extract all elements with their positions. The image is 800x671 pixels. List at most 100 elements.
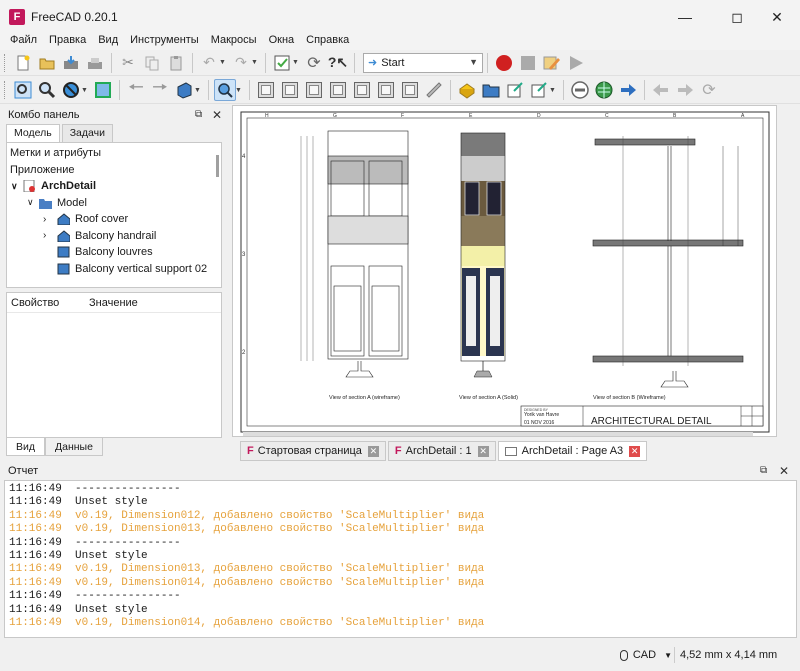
chevron-down-icon[interactable]: ∨: [27, 197, 39, 208]
open-folder-icon[interactable]: [36, 52, 58, 74]
close-tab-icon[interactable]: ✕: [367, 445, 379, 457]
forward-arrow-icon[interactable]: 🠖: [149, 77, 171, 101]
undo-icon[interactable]: ↶: [198, 52, 220, 74]
web-forward-icon[interactable]: [674, 79, 696, 101]
run-macro-icon[interactable]: [565, 52, 587, 74]
no-entry-icon[interactable]: [569, 79, 591, 101]
float-panel-icon[interactable]: ⧉: [760, 465, 767, 476]
stop-macro-icon[interactable]: [517, 52, 539, 74]
web-back-icon[interactable]: [650, 79, 672, 101]
close-button[interactable]: ✕: [754, 0, 800, 34]
create-part-icon[interactable]: [456, 79, 478, 101]
save-as-icon[interactable]: [84, 52, 106, 74]
property-column-header[interactable]: Свойство: [7, 297, 89, 309]
techdraw-page[interactable]: HGFEDCBA 432 View of section A (wirefram…: [232, 105, 777, 437]
bounding-box-icon[interactable]: [92, 79, 114, 101]
new-document-icon[interactable]: [12, 52, 34, 74]
sync-view-icon[interactable]: [173, 79, 195, 101]
fit-all-icon[interactable]: [12, 79, 34, 101]
menu-view[interactable]: Вид: [92, 34, 124, 46]
arrow-right-icon: ➜: [368, 57, 378, 69]
refresh-check-icon[interactable]: [271, 52, 293, 74]
border-column-label: H: [265, 113, 269, 119]
arch-object-icon: [57, 246, 70, 258]
section-a-solid: [460, 132, 506, 378]
property-view: Свойство Значение: [6, 292, 222, 438]
border-column-label: C: [605, 113, 609, 119]
menu-help[interactable]: Справка: [300, 34, 355, 46]
paste-icon[interactable]: [165, 52, 187, 74]
close-panel-icon[interactable]: ✕: [779, 464, 789, 478]
vertical-scrollbar[interactable]: [777, 105, 797, 437]
copy-icon[interactable]: [141, 52, 163, 74]
chevron-right-icon[interactable]: ›: [43, 214, 57, 225]
tab-tasks[interactable]: Задачи: [61, 124, 113, 142]
mouse-icon: [620, 649, 628, 661]
web-refresh-icon[interactable]: ⟳: [698, 79, 720, 101]
close-tab-icon[interactable]: ✕: [477, 445, 489, 457]
chevron-down-icon: ▼: [664, 650, 672, 660]
cut-icon[interactable]: ✂: [117, 52, 139, 74]
front-view-icon[interactable]: [279, 79, 301, 101]
top-view-icon[interactable]: [303, 79, 325, 101]
tree-scrollbar[interactable]: [216, 155, 219, 177]
close-panel-icon[interactable]: ✕: [212, 108, 222, 122]
workbench-selector[interactable]: ➜ Start ▼: [363, 52, 483, 73]
tab-data[interactable]: Данные: [45, 438, 103, 456]
report-message: v0.19, Dimension013, добавлено свойство …: [75, 523, 485, 536]
menu-tools[interactable]: Инструменты: [124, 34, 205, 46]
isometric-view-icon[interactable]: [255, 79, 277, 101]
menu-file[interactable]: Файл: [4, 34, 43, 46]
tree-item-model[interactable]: ∨ Model: [7, 195, 221, 212]
tree-item-archdetail[interactable]: ∨ ArchDetail: [7, 178, 221, 195]
tree-item-roof-cover[interactable]: › Roof cover: [7, 211, 221, 228]
report-message: Unset style: [75, 603, 148, 616]
tree-item-balcony-handrail[interactable]: › Balcony handrail: [7, 228, 221, 245]
menu-edit[interactable]: Правка: [43, 34, 92, 46]
tab-view[interactable]: Вид: [6, 438, 45, 456]
rear-view-icon[interactable]: [351, 79, 373, 101]
record-macro-icon[interactable]: [493, 52, 515, 74]
create-group-icon[interactable]: [480, 79, 502, 101]
menu-windows[interactable]: Окна: [263, 34, 301, 46]
recompute-icon[interactable]: ⟳: [303, 52, 325, 74]
arch-object-icon: [57, 263, 70, 275]
left-view-icon[interactable]: [399, 79, 421, 101]
web-globe-icon[interactable]: [593, 79, 615, 101]
save-icon[interactable]: [60, 52, 82, 74]
title-bar: F FreeCAD 0.20.1 — ◻ ✕: [0, 0, 800, 34]
tab-model[interactable]: Модель: [6, 124, 60, 142]
make-link-icon[interactable]: [504, 79, 526, 101]
right-view-icon[interactable]: [327, 79, 349, 101]
tab-archdetail-page[interactable]: ArchDetail : Page A3 ✕: [497, 441, 648, 461]
close-tab-icon[interactable]: ✕: [629, 445, 641, 457]
edit-macro-icon[interactable]: [541, 52, 563, 74]
report-line: 11:16:49 ----------------: [9, 483, 792, 496]
navigation-style-button[interactable]: CAD ▼: [620, 646, 672, 664]
link-actions-icon[interactable]: [528, 79, 550, 101]
freecad-logo-icon: F: [9, 9, 25, 25]
tree-item-balcony-louvres[interactable]: Balcony louvres: [7, 244, 221, 261]
chevron-right-icon[interactable]: ›: [43, 230, 57, 241]
zoom-icon[interactable]: [214, 79, 236, 101]
tab-archdetail-3d[interactable]: F ArchDetail : 1 ✕: [387, 441, 496, 461]
report-view[interactable]: 11:16:49 ---------------- 11:16:49 Unset …: [4, 480, 797, 638]
draw-style-icon[interactable]: [60, 79, 82, 101]
float-panel-icon[interactable]: ⧉: [195, 109, 202, 120]
bottom-view-icon[interactable]: [375, 79, 397, 101]
navigate-forward-icon[interactable]: [617, 79, 639, 101]
menu-macros[interactable]: Макросы: [205, 34, 263, 46]
minimize-button[interactable]: —: [662, 0, 708, 34]
measure-icon[interactable]: [423, 79, 445, 101]
fit-selection-icon[interactable]: [36, 79, 58, 101]
redo-icon[interactable]: ↷: [230, 52, 252, 74]
horizontal-scrollbar[interactable]: [243, 432, 753, 436]
tree-header: Метки и атрибуты: [10, 147, 101, 160]
chevron-down-icon[interactable]: ∨: [11, 181, 23, 192]
back-arrow-icon[interactable]: 🠔: [125, 77, 147, 101]
tab-start-page[interactable]: F Стартовая страница ✕: [240, 441, 386, 461]
whats-this-icon[interactable]: ?↖: [327, 52, 349, 74]
title-block-author: Yorik van Havre: [524, 412, 559, 418]
value-column-header[interactable]: Значение: [89, 297, 138, 309]
tree-item-balcony-vertical-support[interactable]: Balcony vertical support 02: [7, 261, 221, 278]
